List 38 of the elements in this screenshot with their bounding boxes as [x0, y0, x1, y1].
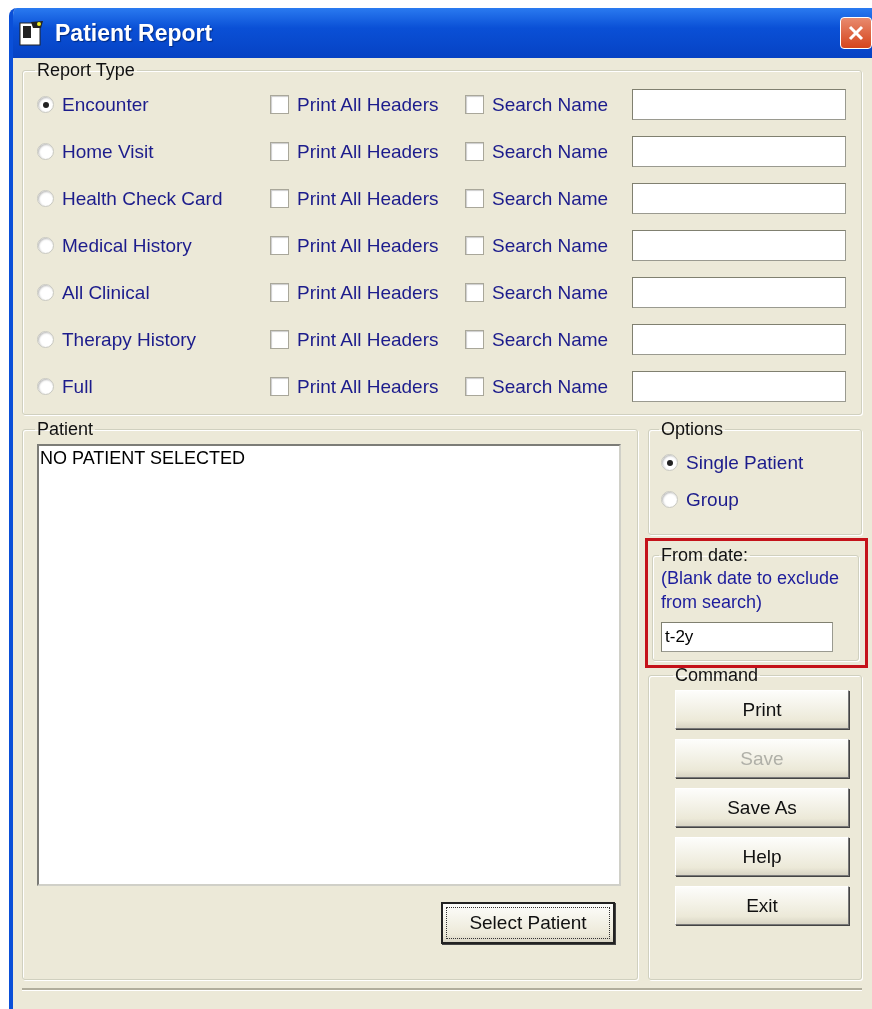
checkbox-label: Search Name — [492, 234, 609, 257]
checkbox-label: Search Name — [492, 328, 609, 351]
checkbox-label: Search Name — [492, 93, 609, 116]
radio-label: Medical History — [62, 234, 192, 257]
checkbox-label: Print All Headers — [297, 328, 439, 351]
radio-label: Full — [62, 375, 93, 398]
command-button[interactable]: Print — [675, 690, 849, 729]
select-patient-button[interactable]: Select Patient — [441, 902, 615, 944]
command-button[interactable]: Exit — [675, 886, 849, 925]
group-label: Patient — [36, 419, 95, 440]
radio-label: Therapy History — [62, 328, 197, 351]
patient-list[interactable]: NO PATIENT SELECTED — [37, 444, 621, 886]
window-title: Patient Report — [55, 19, 213, 47]
radio-label: Group — [686, 488, 739, 511]
checkbox-label: Search Name — [492, 375, 609, 398]
date-field[interactable]: t-2y — [661, 622, 833, 652]
checkbox-label: Search Name — [492, 140, 609, 163]
checkbox-label: Print All Headers — [297, 93, 439, 116]
command-button[interactable]: Save As — [675, 788, 849, 827]
group-label: Report Type — [36, 60, 136, 81]
checkbox-label: Print All Headers — [297, 140, 439, 163]
radio-label: Encounter — [62, 93, 149, 116]
group-label: Command — [674, 665, 760, 686]
checkbox-label: Search Name — [492, 281, 609, 304]
radio-label: All Clinical — [62, 281, 150, 304]
hint-text: (Blank date to exclude from search) — [661, 567, 841, 614]
checkbox-label: Search Name — [492, 187, 609, 210]
radio-label: Health Check Card — [62, 187, 223, 210]
checkbox-label: Print All Headers — [297, 234, 439, 257]
checkbox-label: Print All Headers — [297, 187, 439, 210]
radio-label: Single Patient — [686, 451, 804, 474]
radio-label: Home Visit — [62, 140, 154, 163]
list-item[interactable]: NO PATIENT SELECTED — [40, 448, 618, 469]
group-label: From date: — [660, 545, 750, 566]
checkbox-label: Print All Headers — [297, 375, 439, 398]
group-label: Options — [660, 419, 725, 440]
command-button[interactable]: Help — [675, 837, 849, 876]
checkbox-label: Print All Headers — [297, 281, 439, 304]
